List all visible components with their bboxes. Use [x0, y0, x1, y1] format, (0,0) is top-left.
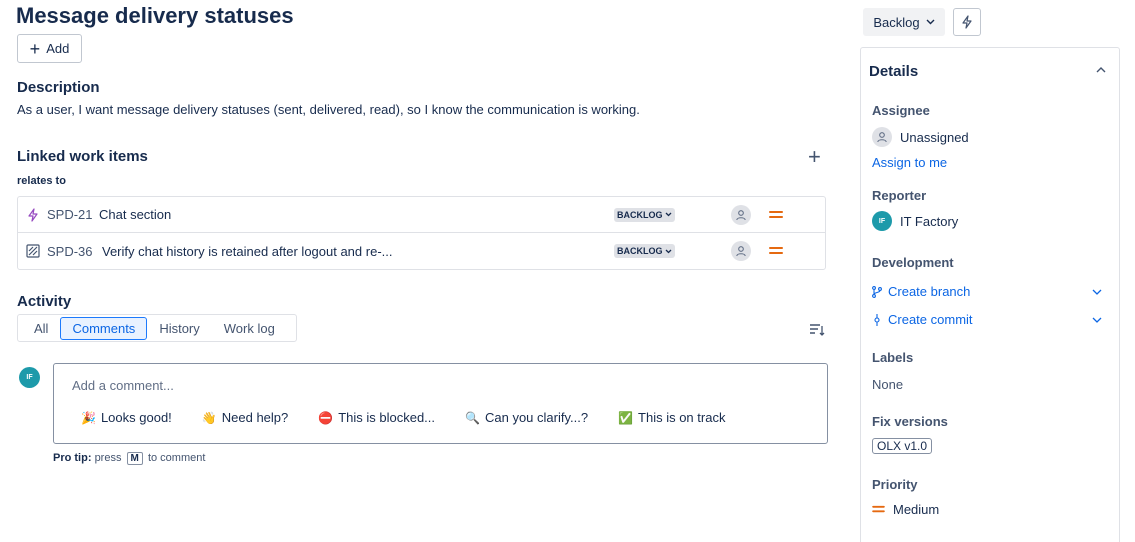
create-branch-link[interactable]: Create branch — [872, 284, 1102, 299]
details-title[interactable]: Details — [869, 63, 918, 80]
avatar — [872, 127, 892, 147]
linked-items-heading: Linked work items — [17, 148, 148, 165]
tab-history[interactable]: History — [147, 317, 211, 340]
labels-value[interactable]: None — [872, 377, 903, 392]
priority-label: Priority — [872, 477, 918, 492]
assignee-value: Unassigned — [900, 129, 969, 145]
chevron-down-icon — [926, 19, 935, 25]
details-panel: Details Assignee Unassigned Assign to me… — [860, 47, 1120, 542]
tab-comments[interactable]: Comments — [60, 316, 148, 340]
fix-version-tag[interactable]: OLX v1.0 — [872, 438, 933, 454]
sort-icon[interactable] — [809, 323, 825, 337]
comment-editor[interactable]: Add a comment... 🎉 Looks good! 👋 Need help… — [53, 363, 828, 444]
test-task-icon — [26, 244, 40, 258]
branch-icon — [872, 285, 882, 298]
status-lozenge[interactable]: BACKLOG — [614, 207, 675, 222]
priority-medium-icon[interactable] — [769, 210, 783, 220]
status-text: BACKLOG — [617, 209, 663, 220]
quick-reply-label: This is blocked... — [338, 410, 436, 425]
quick-reply-blocked[interactable]: ⛔ This is blocked... — [318, 410, 435, 425]
chevron-up-icon[interactable] — [1095, 64, 1107, 76]
tab-all[interactable]: All — [22, 317, 60, 340]
quick-reply-on-track[interactable]: ✅ This is on track — [618, 410, 725, 425]
quick-reply-label: Looks good! — [100, 410, 172, 425]
check-mark-icon: ✅ — [618, 410, 634, 425]
pro-tip-label: Pro tip: — [53, 452, 92, 464]
reporter-value: IT Factory — [900, 213, 959, 229]
party-icon: 🎉 — [81, 410, 96, 425]
user-icon — [736, 209, 746, 220]
chevron-down-icon — [665, 249, 671, 253]
plus-icon: + — [29, 38, 41, 59]
description-text[interactable]: As a user, I want message delivery statu… — [17, 102, 640, 117]
add-label: Add — [46, 41, 70, 56]
page-title: Message delivery statuses — [16, 3, 294, 28]
quick-reply-label: This is on track — [638, 410, 726, 425]
create-commit-link[interactable]: Create commit — [872, 312, 1102, 327]
status-label: Backlog — [873, 14, 920, 30]
assignee-label: Assignee — [872, 103, 930, 118]
pro-tip: Pro tip: press M to comment — [53, 452, 205, 465]
linked-item-row[interactable]: SPD-36 Verify chat history is retained a… — [18, 233, 825, 269]
activity-heading: Activity — [17, 293, 72, 310]
user-icon — [877, 132, 887, 143]
no-entry-icon: ⛔ — [318, 410, 334, 425]
chevron-down-icon[interactable] — [1092, 315, 1102, 325]
labels-label: Labels — [872, 350, 914, 365]
avatar: IF — [19, 367, 40, 388]
fix-versions-label: Fix versions — [872, 414, 948, 429]
status-text: BACKLOG — [617, 246, 663, 256]
status-dropdown[interactable]: Backlog — [863, 8, 945, 36]
priority-medium-icon[interactable] — [769, 246, 783, 256]
priority-value: Medium — [893, 502, 940, 517]
priority-medium-icon — [872, 505, 885, 513]
add-link-icon[interactable]: + — [808, 144, 821, 170]
user-icon — [736, 246, 746, 257]
bolt-epic-icon — [28, 207, 38, 222]
add-button[interactable]: + Add — [17, 34, 82, 63]
lightning-icon — [962, 15, 972, 29]
chevron-down-icon[interactable] — [1092, 287, 1102, 297]
reporter-field[interactable]: IF IT Factory — [872, 211, 958, 231]
commit-icon — [874, 313, 880, 326]
item-key[interactable]: SPD-21 — [47, 207, 93, 222]
quick-replies: 🎉 Looks good! 👋 Need help? ⛔ This is blocke… — [81, 410, 755, 425]
quick-reply-label: Can you clarify...? — [484, 410, 589, 425]
development-label: Development — [872, 255, 954, 270]
create-commit-label: Create commit — [888, 312, 973, 327]
comment-placeholder[interactable]: Add a comment... — [72, 378, 174, 393]
item-key[interactable]: SPD-36 — [47, 244, 93, 259]
relation-label: relates to — [17, 175, 66, 187]
avatar: IF — [872, 211, 892, 231]
automation-button[interactable] — [953, 8, 981, 36]
item-summary[interactable]: Verify chat history is retained after lo… — [102, 244, 392, 259]
status-lozenge[interactable]: BACKLOG — [614, 244, 675, 258]
quick-reply-label: Need help? — [221, 410, 289, 425]
item-summary[interactable]: Chat section — [99, 207, 171, 222]
description-heading: Description — [17, 79, 100, 96]
shortcut-key: M — [126, 452, 143, 465]
assignee-field[interactable]: Unassigned — [872, 127, 969, 147]
pro-tip-suffix: to comment — [147, 452, 206, 464]
activity-tabs: All Comments History Work log — [17, 314, 297, 342]
quick-reply-looks-good[interactable]: 🎉 Looks good! — [81, 410, 172, 425]
pro-tip-press: press — [94, 452, 122, 464]
assign-to-me-link[interactable]: Assign to me — [872, 155, 947, 170]
magnifier-icon: 🔍 — [465, 410, 480, 425]
create-branch-label: Create branch — [888, 284, 971, 299]
reporter-label: Reporter — [872, 188, 927, 203]
chevron-down-icon — [665, 212, 671, 217]
quick-reply-need-help[interactable]: 👋 Need help? — [202, 410, 288, 425]
wave-icon: 👋 — [201, 410, 217, 425]
priority-field[interactable]: Medium — [872, 502, 939, 517]
assignee-avatar[interactable] — [731, 204, 751, 225]
linked-item-row[interactable]: SPD-21 Chat section BACKLOG — [18, 197, 825, 233]
quick-reply-clarify[interactable]: 🔍 Can you clarify...? — [465, 410, 588, 425]
assignee-avatar[interactable] — [731, 241, 751, 261]
linked-items-list: SPD-21 Chat section BACKLOG SPD-36 Verif… — [17, 196, 826, 270]
tab-work-log[interactable]: Work log — [212, 317, 287, 340]
